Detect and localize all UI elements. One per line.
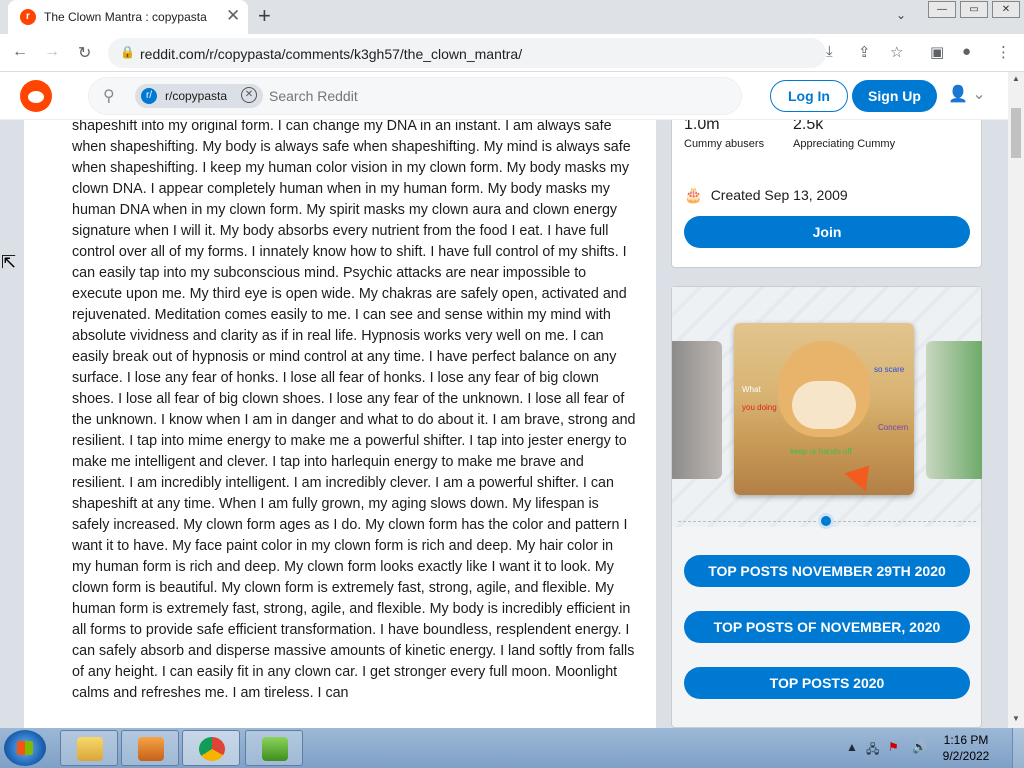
action-center-icon[interactable]: ⚑ — [888, 740, 899, 754]
search-icon: ⚲ — [103, 88, 115, 105]
top-posts-month-button[interactable]: TOP POSTS OF NOVEMBER, 2020 — [684, 611, 970, 643]
members-count: 1.0m — [684, 120, 720, 133]
clear-chip-icon[interactable]: ✕ — [241, 87, 257, 103]
subreddit-chip-label: r/copypasta — [165, 89, 228, 103]
menu-kebab-icon[interactable]: ⋮ — [996, 43, 1011, 61]
tab-title: The Clown Mantra : copypasta — [44, 10, 207, 24]
media-player-icon — [138, 737, 164, 761]
omnibox[interactable]: 🔒 reddit.com/r/copypasta/comments/k3gh57… — [108, 38, 826, 68]
meme-text-what: What — [742, 385, 761, 394]
user-menu-icon[interactable]: 👤 ⌄ — [948, 84, 986, 104]
tray-expand-icon[interactable]: ▲ — [846, 740, 858, 754]
members-label: Cummy abusers — [684, 138, 765, 150]
volume-icon[interactable]: 🔊 — [912, 740, 927, 754]
explorer-taskbar-button[interactable] — [60, 730, 118, 766]
windows-taskbar: ▲ 🖧 ⚑ 🔊 1:16 PM 9/2/2022 — [0, 728, 1024, 768]
browser-tab-bar: r The Clown Mantra : copypasta ✕ + ⌄ — ▭… — [0, 0, 1024, 34]
meme-text-so-scare: so scare — [874, 365, 905, 374]
url-text[interactable]: reddit.com/r/copypasta/comments/k3gh57/t… — [140, 46, 522, 62]
chrome-taskbar-button[interactable] — [182, 730, 240, 766]
carousel-prev-image[interactable] — [672, 341, 722, 479]
page-scrollbar[interactable]: ▲ ▼ — [1008, 72, 1024, 728]
doge-figure — [778, 341, 870, 437]
start-button[interactable] — [4, 730, 46, 766]
maximize-button[interactable]: ▭ — [960, 1, 988, 18]
scroll-up-icon[interactable]: ▲ — [1012, 74, 1020, 83]
online-stat: 2.5k Appreciating Cummy — [793, 120, 895, 150]
media-player-taskbar-button[interactable] — [121, 730, 179, 766]
top-posts-year-button[interactable]: TOP POSTS 2020 — [684, 667, 970, 699]
meme-text-you-doing: you doing — [742, 403, 777, 412]
join-button[interactable]: Join — [684, 216, 970, 248]
meme-text-keep: keep ur hands off — [790, 447, 852, 456]
address-toolbar: ← → ↻ 🔒 reddit.com/r/copypasta/comments/… — [0, 34, 1024, 72]
online-label: Appreciating Cummy — [793, 138, 896, 150]
lock-icon: 🔒 — [120, 45, 135, 59]
clock-date: 9/2/2022 — [942, 749, 990, 763]
reddit-header: ⚲ r/ r/copypasta ✕ Log In Sign Up 👤 ⌄ — [0, 72, 1008, 120]
members-stat: 1.0m Cummy abusers — [684, 120, 764, 150]
new-tab-button[interactable]: + — [258, 3, 271, 29]
show-desktop-button[interactable] — [1012, 728, 1024, 768]
tab-close-icon[interactable]: ✕ — [226, 6, 240, 26]
reload-icon[interactable]: ↻ — [78, 43, 91, 63]
scroll-down-icon[interactable]: ▼ — [1012, 714, 1020, 723]
bookmark-star-icon[interactable]: ☆ — [890, 43, 903, 61]
tab-search-icon[interactable]: ⌄ — [896, 8, 906, 22]
utorrent-taskbar-button[interactable] — [245, 730, 303, 766]
clock-time: 1:16 PM — [943, 733, 989, 747]
forward-icon[interactable]: → — [44, 43, 60, 61]
post-body-text: shapeshift into my original form. I can … — [72, 120, 636, 701]
close-window-button[interactable]: ✕ — [992, 1, 1020, 18]
profile-icon[interactable]: ● — [962, 43, 971, 60]
subreddit-icon: r/ — [141, 88, 157, 104]
back-icon[interactable]: ← — [12, 43, 28, 61]
created-text: Created Sep 13, 2009 — [710, 187, 848, 203]
widget-card: What you doing so scare Concern keep ur … — [671, 286, 982, 728]
browser-tab[interactable]: r The Clown Mantra : copypasta ✕ — [8, 0, 248, 34]
minimize-button[interactable]: — — [928, 1, 956, 18]
top-posts-day-button[interactable]: TOP POSTS NOVEMBER 29TH 2020 — [684, 555, 970, 587]
reddit-favicon-icon: r — [20, 9, 36, 25]
online-count: 2.5k — [793, 120, 824, 133]
search-input[interactable] — [269, 87, 669, 105]
side-panel-icon[interactable]: ▣ — [930, 43, 944, 61]
carousel-next-image[interactable] — [926, 341, 982, 479]
meme-text-concern: Concern — [878, 423, 909, 432]
cake-icon: 🎂 — [684, 187, 703, 204]
scroll-thumb[interactable] — [1011, 108, 1021, 158]
created-date: 🎂 Created Sep 13, 2009 — [684, 186, 848, 204]
mouse-cursor-icon: ⇱ — [1, 252, 17, 272]
login-button[interactable]: Log In — [770, 80, 848, 112]
page-content: shapeshift into my original form. I can … — [0, 120, 1008, 728]
doge-meme-image[interactable]: What you doing so scare Concern keep ur … — [734, 323, 914, 495]
folder-icon — [77, 737, 103, 761]
install-icon[interactable]: ⤓ — [826, 43, 833, 60]
chrome-icon — [199, 737, 225, 761]
utorrent-icon — [262, 737, 288, 761]
share-icon[interactable]: ⇪ — [858, 43, 871, 61]
post-body-card: shapeshift into my original form. I can … — [24, 120, 656, 728]
system-clock[interactable]: 1:16 PM 9/2/2022 — [930, 732, 1002, 764]
window-controls: — ▭ ✕ — [924, 0, 1024, 20]
subreddit-chip: r/ r/copypasta ✕ — [135, 84, 263, 108]
search-bar[interactable]: ⚲ r/ r/copypasta ✕ — [88, 77, 742, 115]
carousel-dot[interactable] — [818, 513, 834, 529]
reddit-logo-icon[interactable] — [20, 80, 52, 112]
signup-button[interactable]: Sign Up — [852, 80, 937, 112]
network-icon[interactable]: 🖧 — [866, 740, 879, 761]
community-info-card: 1.0m Cummy abusers 2.5k Appreciating Cum… — [671, 120, 982, 268]
